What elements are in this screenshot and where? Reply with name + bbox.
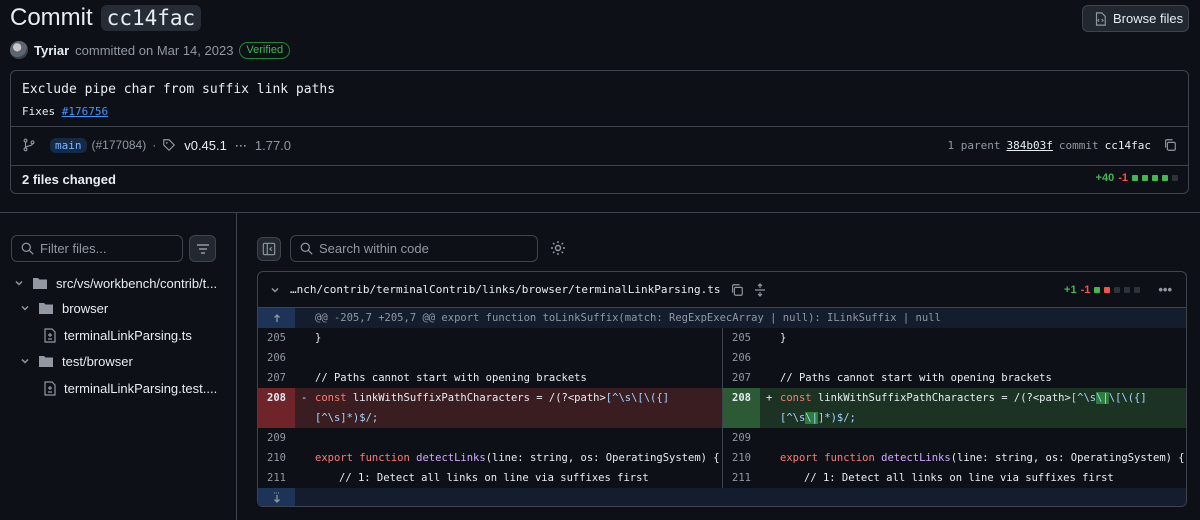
author-link[interactable]: Tyriar	[34, 43, 69, 58]
file-code-icon	[1093, 11, 1107, 26]
diff-line: 205 }	[732, 332, 787, 344]
kebab-menu-icon[interactable]: •••	[1158, 282, 1172, 297]
copy-icon[interactable]	[1163, 138, 1177, 152]
browse-files-button[interactable]: Browse files	[1082, 5, 1189, 32]
chevron-down-icon[interactable]	[270, 285, 280, 295]
additions-count: +40	[1095, 172, 1115, 184]
pr-link[interactable]: (#177084)	[92, 138, 147, 152]
search-icon	[300, 242, 313, 255]
divider	[11, 126, 1188, 127]
fixes-issue-link[interactable]: #176756	[62, 105, 108, 118]
commit-meta-row: main (#177084) · v0.45.1 ··· 1.77.0 1 pa…	[22, 135, 1177, 155]
stat-block	[1114, 286, 1121, 293]
tree-folder[interactable]: test/browser	[20, 351, 133, 371]
commit-sha-title: cc14fac	[100, 5, 202, 31]
expand-all-icon[interactable]	[754, 282, 766, 297]
expand-down-button[interactable]	[258, 488, 295, 506]
diff-line-deleted: 208 - const linkWithSuffixPathCharacters …	[258, 388, 722, 428]
copy-icon[interactable]	[730, 283, 744, 297]
divider	[11, 165, 1188, 166]
file-diff-icon	[44, 327, 56, 343]
stat-block	[1094, 286, 1101, 293]
diff-line: 205 }	[267, 332, 322, 344]
avatar[interactable]	[10, 41, 28, 59]
stat-block	[1104, 286, 1111, 293]
gear-icon[interactable]	[550, 240, 566, 256]
diff-line: 206	[732, 352, 751, 364]
diff-line: 209	[267, 432, 286, 444]
files-changed-count: 2 files changed	[22, 172, 116, 187]
expand-up-button[interactable]	[258, 308, 295, 328]
branch-main-link[interactable]: main	[50, 137, 87, 153]
stat-block	[1142, 175, 1148, 181]
diff-line: 207 // Paths cannot start with opening b…	[732, 372, 1052, 384]
page-title: Commit cc14fac	[10, 4, 202, 32]
chevron-down-icon	[20, 356, 30, 366]
expand-up-icon	[272, 313, 282, 323]
tree-folder[interactable]: src/vs/workbench/contrib/t...	[14, 273, 217, 293]
commit-sha: cc14fac	[1104, 138, 1151, 152]
stat-block	[1132, 175, 1138, 181]
toggle-sidebar-button[interactable]	[257, 237, 281, 261]
filter-options-button[interactable]	[189, 235, 216, 262]
hunk-header-text: @@ -205,7 +205,7 @@ export function toLi…	[315, 312, 941, 324]
stat-block	[1162, 175, 1168, 181]
file-diff-icon	[44, 380, 56, 396]
tree-folder[interactable]: browser	[20, 298, 108, 318]
diff-line: 209	[732, 432, 751, 444]
search-icon	[21, 242, 34, 255]
diff-line: 211 // 1: Detect all links on line via s…	[732, 472, 1114, 484]
sidebar-collapse-icon	[262, 242, 276, 256]
more-tags-button[interactable]: ···	[235, 138, 247, 152]
chevron-down-icon	[14, 278, 24, 288]
stat-block	[1134, 286, 1141, 293]
chevron-down-icon	[20, 303, 30, 313]
tag2-link[interactable]: 1.77.0	[255, 138, 291, 153]
commit-message: Exclude pipe char from suffix link paths	[22, 82, 336, 97]
diff-line: 210 export function detectLinks(line: st…	[267, 452, 720, 464]
diff-line: 210 export function detectLinks(line: st…	[732, 452, 1185, 464]
hunk-header: @@ -205,7 +205,7 @@ export function toLi…	[258, 308, 1186, 328]
diff-line-added: 208 + const linkWithSuffixPathCharacters …	[723, 388, 1186, 428]
file-path[interactable]: …nch/contrib/terminalContrib/links/brows…	[290, 283, 720, 296]
file-diff-stats: +1 -1 •••	[1064, 282, 1172, 297]
filter-icon	[196, 243, 210, 255]
expand-down-icon	[272, 492, 282, 504]
git-branch-icon	[22, 138, 36, 152]
diff-line: 211 // 1: Detect all links on line via s…	[267, 472, 649, 484]
tree-file[interactable]: terminalLinkParsing.test....	[44, 378, 217, 398]
diff-left-pane: 205 } 206 207 // Paths cannot start with…	[258, 328, 723, 488]
diff-stats: +40 -1	[1096, 172, 1178, 184]
tag-icon	[162, 138, 176, 152]
commit-box: Exclude pipe char from suffix link paths…	[10, 70, 1189, 194]
expand-bottom-row	[258, 488, 1186, 506]
search-code-input[interactable]: Search within code	[290, 235, 538, 262]
file-header: …nch/contrib/terminalContrib/links/brows…	[258, 272, 1186, 308]
parent-sha-link[interactable]: 384b03f	[1007, 139, 1053, 152]
diff-line: 207 // Paths cannot start with opening b…	[267, 372, 587, 384]
stat-block	[1172, 175, 1178, 181]
author-row: Tyriar committed on Mar 14, 2023 Verifie…	[10, 41, 291, 59]
file-diff: …nch/contrib/terminalContrib/links/brows…	[257, 271, 1187, 507]
filter-files-input[interactable]: Filter files...	[11, 235, 183, 262]
tag-link[interactable]: v0.45.1	[184, 138, 227, 153]
folder-icon	[38, 354, 54, 368]
commit-fixes: Fixes #176756	[22, 105, 109, 118]
stat-block	[1152, 175, 1158, 181]
title-prefix: Commit	[10, 4, 93, 31]
committed-date: committed on Mar 14, 2023	[75, 42, 234, 58]
diff-line: 206	[267, 352, 286, 364]
parent-info: 1 parent 384b03f commit cc14fac	[948, 138, 1177, 152]
verified-badge[interactable]: Verified	[239, 41, 291, 59]
diff-right-pane: 205 } 206 207 // Paths cannot start with…	[723, 328, 1186, 488]
divider	[0, 212, 1200, 213]
folder-icon	[38, 301, 54, 315]
stat-block	[1124, 286, 1131, 293]
folder-icon	[32, 276, 48, 290]
tree-file[interactable]: terminalLinkParsing.ts	[44, 325, 192, 345]
divider	[236, 213, 237, 520]
deletions-count: -1	[1118, 172, 1128, 184]
